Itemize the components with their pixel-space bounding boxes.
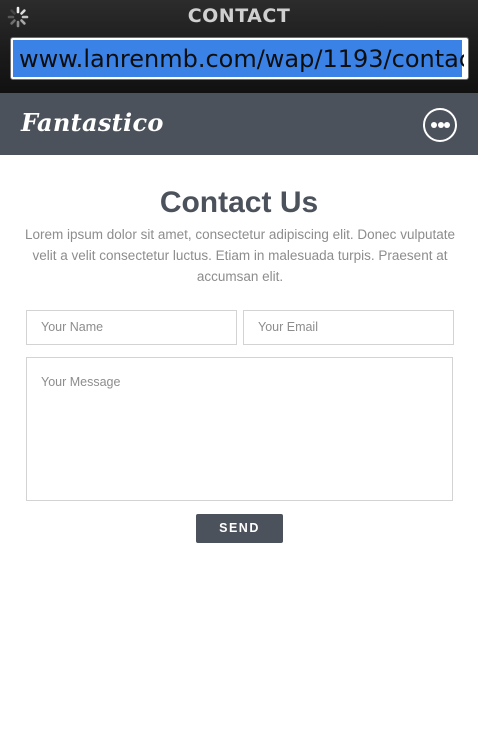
send-button[interactable]: SEND bbox=[196, 514, 283, 543]
message-textarea[interactable]: Your Message bbox=[26, 357, 453, 501]
more-dots-icon[interactable] bbox=[423, 108, 457, 142]
menu-dot bbox=[444, 122, 450, 128]
site-logo[interactable]: Fantastico bbox=[21, 108, 164, 137]
browser-chrome: CONTACT www.lanrenmb.com/wap/1193/contac… bbox=[0, 0, 478, 93]
url-text[interactable]: www.lanrenmb.com/wap/1193/contact.html bbox=[19, 41, 464, 77]
contact-intro-text: Lorem ipsum dolor sit amet, consectetur … bbox=[25, 227, 455, 284]
site-header: Fantastico bbox=[0, 93, 478, 155]
address-bar[interactable]: www.lanrenmb.com/wap/1193/contact.html bbox=[10, 37, 469, 80]
menu-dot bbox=[431, 122, 437, 128]
name-input[interactable]: Your Name bbox=[26, 310, 237, 345]
menu-dot bbox=[437, 122, 444, 128]
email-input[interactable]: Your Email bbox=[243, 310, 454, 345]
contact-heading: Contact Us bbox=[159, 186, 319, 219]
page-title: CONTACT bbox=[187, 5, 291, 27]
